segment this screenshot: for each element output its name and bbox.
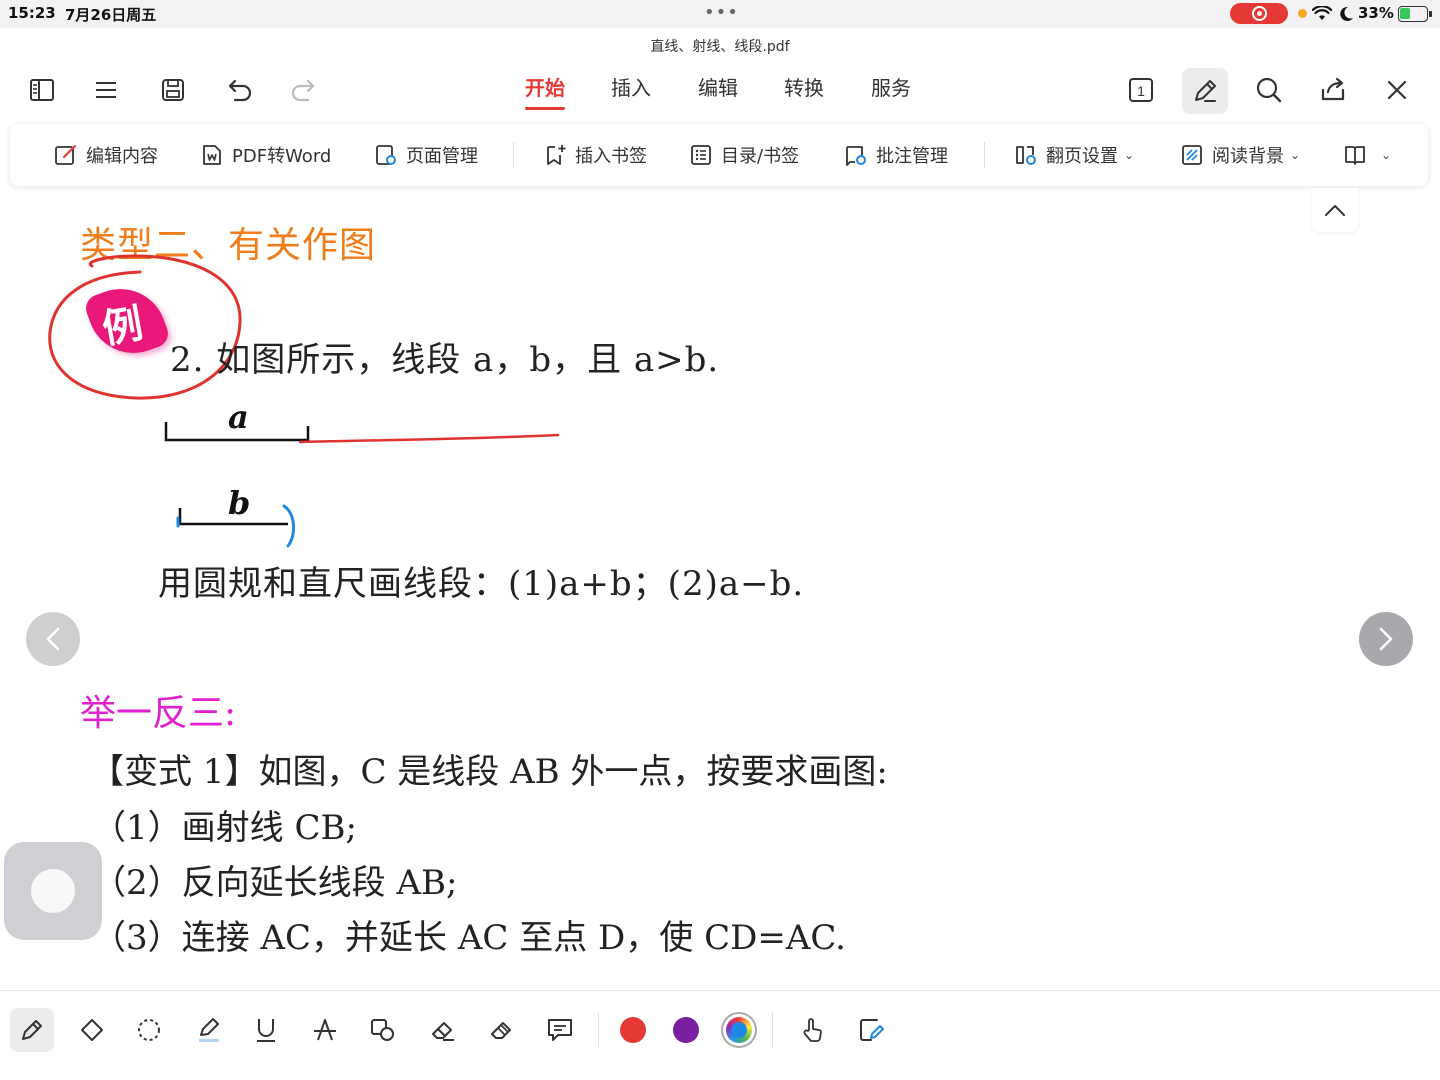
top-toolbar: 开始 插入 编辑 转换 服务 1 (0, 62, 1440, 118)
chevron-down-icon: ⌄ (1290, 148, 1301, 162)
page-manage-icon (376, 145, 396, 165)
color-red-swatch[interactable] (620, 1017, 646, 1043)
annotation-manage-label: 批注管理 (876, 146, 948, 167)
insert-bookmark-button[interactable]: 插入书签 (543, 143, 647, 167)
pen-tool-icon[interactable] (10, 1008, 54, 1052)
status-date: 7月26日周五 (65, 6, 157, 24)
pdf-to-word-button[interactable]: PDF转Word (200, 143, 331, 167)
finger-touch-icon[interactable] (793, 1011, 831, 1049)
status-time: 15:23 (8, 4, 56, 22)
ribbon-divider (984, 142, 985, 168)
hand-drawn-red-circle (48, 254, 242, 400)
reading-mode-dropdown[interactable]: ⌄ (1343, 143, 1391, 167)
step-2: （2）反向延长线段 AB; (92, 863, 458, 903)
ribbon-divider (513, 142, 514, 168)
annotate-pen-icon[interactable] (1182, 68, 1228, 114)
toolbar-divider (772, 1013, 773, 1047)
previous-page-button[interactable] (26, 612, 80, 666)
book-icon (1345, 146, 1365, 165)
document-title: 直线、射线、线段.pdf (650, 39, 790, 55)
battery-charging-icon (1398, 6, 1432, 22)
page-turn-settings-label: 翻页设置 (1046, 146, 1118, 167)
edit-document-icon[interactable] (852, 1011, 890, 1049)
share-icon[interactable] (1317, 74, 1349, 106)
annotation-manage-icon (846, 146, 866, 166)
clear-eraser-icon[interactable] (483, 1011, 521, 1049)
lasso-select-icon[interactable] (130, 1011, 168, 1049)
microphone-indicator-icon (1298, 9, 1307, 18)
sidebar-toggle-icon[interactable] (26, 74, 58, 106)
toolbar-divider (598, 1013, 599, 1047)
instruction-text: 用圆规和直尺画线段：(1)a+b；(2)a−b. (158, 564, 805, 604)
page-manage-button[interactable]: 页面管理 (374, 143, 478, 167)
edit-content-icon (55, 145, 76, 165)
tab-insert[interactable]: 插入 (611, 74, 651, 106)
status-bar: 15:23 7月26日周五 ••• 33% (0, 0, 1440, 28)
pdf-page[interactable]: 类型二、有关作图 例 2. 如图所示，线段 a，b，且 a>b. a b 用圆规… (0, 186, 1440, 990)
color-purple-swatch[interactable] (673, 1017, 699, 1043)
svg-text:1: 1 (1137, 83, 1145, 99)
tab-services[interactable]: 服务 (871, 74, 911, 106)
comment-icon[interactable] (541, 1011, 579, 1049)
page-count-icon[interactable]: 1 (1125, 74, 1157, 106)
search-icon[interactable] (1253, 74, 1285, 106)
step-3: （3）连接 AC，并延长 AC 至点 D，使 CD=AC. (92, 918, 846, 958)
assistive-touch-button[interactable] (4, 842, 102, 940)
close-icon[interactable] (1381, 74, 1413, 106)
edit-content-button[interactable]: 编辑内容 (54, 143, 158, 167)
pdf-to-word-label: PDF转Word (232, 146, 332, 167)
save-icon[interactable] (157, 74, 189, 106)
battery-percentage: 33% (1358, 4, 1394, 22)
ribbon-toolbar: 编辑内容 PDF转Word 页面管理 插入书签 目录/书签 批注管理 翻页设置 … (10, 124, 1428, 186)
segment-a-figure: a (164, 398, 560, 444)
tab-convert[interactable]: 转换 (784, 74, 824, 106)
next-page-button[interactable] (1359, 612, 1413, 666)
toc-bookmark-label: 目录/书签 (721, 146, 800, 167)
step-1: （1）画射线 CB; (92, 808, 357, 848)
menu-list-icon[interactable] (90, 74, 122, 106)
toc-bookmark-button[interactable]: 目录/书签 (689, 143, 799, 167)
segment-a-label: a (228, 398, 249, 436)
question-text: 2. 如图所示，线段 a，b，且 a>b. (170, 340, 720, 380)
chevron-down-icon: ⌄ (1381, 148, 1392, 162)
edit-content-label: 编辑内容 (86, 146, 158, 167)
practice-heading: 举一反三: (80, 693, 237, 734)
strikethrough-icon[interactable] (306, 1011, 344, 1049)
reading-background-label: 阅读背景 (1212, 146, 1284, 167)
annotation-manage-button[interactable]: 批注管理 (844, 143, 948, 167)
segment-b-label: b (228, 484, 250, 522)
screen-recording-icon[interactable] (1230, 3, 1288, 24)
eraser-icon[interactable] (424, 1011, 462, 1049)
highlighter-icon[interactable] (190, 1011, 228, 1049)
page-turn-icon (1016, 146, 1036, 165)
blue-ink-stroke (282, 504, 295, 548)
color-multi-swatch[interactable] (726, 1017, 752, 1043)
segment-b-figure: b (176, 484, 295, 548)
wifi-icon (1312, 6, 1332, 20)
insert-bookmark-label: 插入书签 (575, 146, 647, 167)
color-multi-center (731, 1022, 747, 1038)
annotation-toolbar (0, 990, 1440, 1080)
reading-background-dropdown[interactable]: 阅读背景 ⌄ (1180, 143, 1300, 167)
multitasking-dots-icon[interactable]: ••• (704, 4, 739, 22)
page-manage-label: 页面管理 (406, 146, 478, 167)
insert-bookmark-icon (547, 145, 566, 165)
chevron-left-icon (46, 627, 60, 651)
tab-start[interactable]: 开始 (525, 74, 565, 110)
red-ink-stroke (298, 433, 560, 444)
undo-icon[interactable] (223, 74, 255, 106)
shape-tool-icon[interactable] (73, 1011, 111, 1049)
toc-icon (691, 145, 711, 165)
pdf-to-word-icon (203, 145, 221, 165)
chevron-right-icon (1379, 627, 1393, 651)
underline-icon[interactable] (247, 1011, 285, 1049)
tab-edit[interactable]: 编辑 (698, 74, 738, 106)
variant-intro: 【变式 1】如图，C 是线段 AB 外一点，按要求画图: (90, 752, 888, 792)
shape-recognition-icon[interactable] (364, 1011, 402, 1049)
page-turn-settings-dropdown[interactable]: 翻页设置 ⌄ (1014, 143, 1134, 167)
do-not-disturb-moon-icon (1340, 6, 1353, 21)
chevron-down-icon: ⌄ (1124, 148, 1135, 162)
reading-background-icon (1182, 145, 1202, 165)
redo-icon[interactable] (288, 74, 320, 106)
